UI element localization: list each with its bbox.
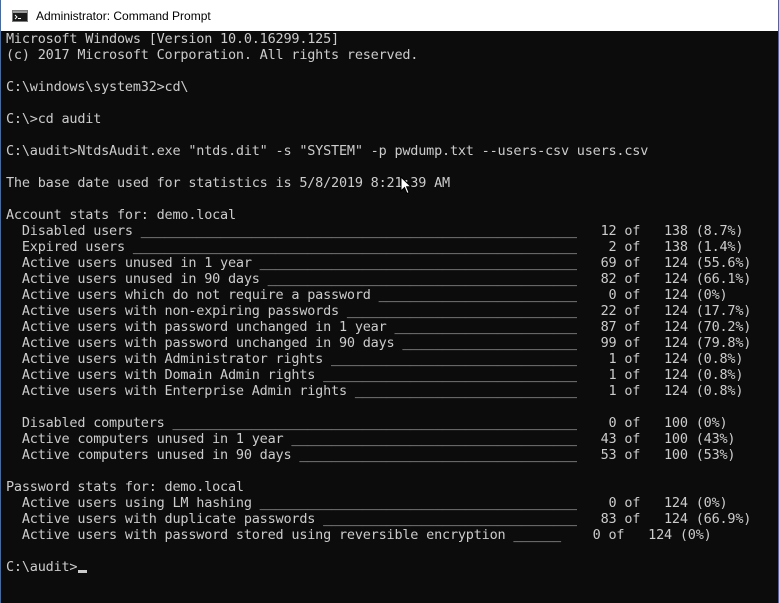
command-prompt-window: Administrator: Command Prompt Microsoft … — [0, 0, 779, 603]
console-line: Active computers unused in 90 days _____… — [6, 447, 736, 463]
console-line: C:\audit>NtdsAudit.exe "ntds.dit" -s "SY… — [6, 143, 649, 159]
console-line: The base date used for statistics is 5/8… — [6, 175, 450, 191]
console-output[interactable]: Microsoft Windows [Version 10.0.16299.12… — [6, 31, 778, 603]
console-line: Active users with duplicate passwords __… — [6, 511, 752, 527]
console-line: Disabled users _________________________… — [6, 223, 744, 239]
console-line: C:\>cd audit — [6, 111, 102, 127]
window-title: Administrator: Command Prompt — [36, 8, 211, 23]
command-prompt-line[interactable]: C:\audit> — [6, 559, 778, 575]
console-line: Active computers unused in 1 year ______… — [6, 431, 736, 447]
console-line: Active users with password stored using … — [6, 527, 712, 543]
prompt-text: C:\audit> — [6, 559, 78, 575]
console-line: Active users using LM hashing __________… — [6, 495, 728, 511]
console-line: Expired users __________________________… — [6, 239, 744, 255]
console-line: (c) 2017 Microsoft Corporation. All righ… — [6, 47, 419, 63]
console-line: Active users unused in 90 days _________… — [6, 271, 752, 287]
console-line: Active users which do not require a pass… — [6, 287, 728, 303]
title-bar[interactable]: Administrator: Command Prompt — [1, 0, 778, 31]
console-line: Microsoft Windows [Version 10.0.16299.12… — [6, 31, 339, 47]
mouse-pointer-icon — [400, 176, 412, 195]
console-line: Active users with Enterprise Admin right… — [6, 383, 744, 399]
console-line: Active users with non-expiring passwords… — [6, 303, 752, 319]
console-line: Active users unused in 1 year __________… — [6, 255, 752, 271]
console-line: Disabled computers _____________________… — [6, 415, 728, 431]
console-line: Account stats for: demo.local — [6, 207, 236, 223]
cmd-icon — [12, 9, 28, 22]
console-line: Active users with password unchanged in … — [6, 319, 752, 335]
text-cursor — [78, 570, 88, 573]
console-line: C:\windows\system32>cd\ — [6, 79, 189, 95]
console-line: Active users with password unchanged in … — [6, 335, 752, 351]
console-line: Active users with Administrator rights _… — [6, 351, 744, 367]
console-line: Password stats for: demo.local — [6, 479, 244, 495]
console-line: Active users with Domain Admin rights __… — [6, 367, 744, 383]
